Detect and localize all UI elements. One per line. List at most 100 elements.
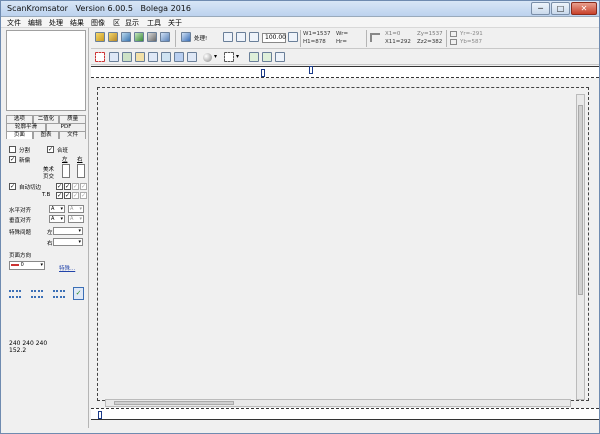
zone-picture-icon[interactable] bbox=[161, 52, 171, 62]
cut-box-3[interactable]: ✓ bbox=[72, 183, 79, 190]
tab-quality[interactable]: 质量 bbox=[59, 115, 87, 123]
tab-binarize[interactable]: 二值化 bbox=[32, 115, 60, 123]
deskew-icon[interactable] bbox=[249, 52, 259, 62]
page-dir-value: 0 bbox=[20, 262, 24, 268]
special-right-select[interactable]: ▾ bbox=[53, 238, 83, 246]
marquee-icon[interactable] bbox=[224, 52, 234, 62]
top-margin-marker-right[interactable] bbox=[309, 66, 313, 74]
h-align-left-select[interactable]: A ▾ bbox=[49, 205, 65, 213]
crop-arrows-icon[interactable] bbox=[275, 52, 285, 62]
open-batch-icon[interactable] bbox=[108, 32, 118, 42]
tab-smoothing[interactable]: 轮廓平滑 bbox=[6, 123, 46, 131]
main-toolbar: 处理! 100.00 W1=1537 H1=878 Wr= Hr= X1=0 X… bbox=[91, 28, 599, 49]
chevron-down-icon: ▾ bbox=[79, 206, 82, 212]
title-bar[interactable]: ScanKromsator Version 6.00.5 Bolega 2016… bbox=[1, 1, 599, 17]
tab-pdf[interactable]: PDF bbox=[46, 123, 86, 131]
merge-checkbox[interactable]: ✓ bbox=[47, 146, 54, 153]
tab-chart[interactable]: 图表 bbox=[32, 131, 60, 139]
tab-page[interactable]: 页面 bbox=[6, 131, 33, 139]
print-icon[interactable] bbox=[147, 32, 157, 42]
top-margin-marker-left[interactable] bbox=[261, 69, 265, 77]
settings-icon[interactable] bbox=[160, 32, 170, 42]
process-book-icon[interactable] bbox=[181, 32, 191, 42]
cross-label: 页交 bbox=[43, 174, 55, 180]
tb-box-1[interactable]: ✓ bbox=[56, 192, 63, 199]
v-align-right-select[interactable]: A ▾ bbox=[68, 215, 84, 223]
page-canvas[interactable] bbox=[97, 87, 589, 401]
new-checkbox[interactable]: ✓ bbox=[9, 156, 16, 163]
menu-file[interactable]: 文件 bbox=[7, 18, 21, 28]
zone-grid-icon[interactable] bbox=[109, 52, 119, 62]
v-align-left-select[interactable]: A ▾ bbox=[49, 215, 65, 223]
tab-options[interactable]: 选项 bbox=[6, 115, 33, 123]
save-icon[interactable] bbox=[121, 32, 131, 42]
minimize-button[interactable]: ─ bbox=[531, 2, 550, 15]
process-button[interactable]: 处理! bbox=[194, 34, 207, 42]
cut-box-1[interactable]: ✓ bbox=[56, 183, 63, 190]
list-left-icon[interactable] bbox=[9, 290, 21, 298]
zoom-input[interactable]: 100.00 bbox=[262, 33, 286, 43]
split-checkbox[interactable] bbox=[9, 146, 16, 153]
readout-wr: Wr= bbox=[336, 31, 349, 37]
special-left-select[interactable]: ▾ bbox=[53, 227, 83, 235]
readout-y1: Zy=1537 bbox=[417, 31, 443, 37]
bold-b-icon[interactable] bbox=[174, 52, 184, 62]
page-dir-select[interactable]: 0 ▾ bbox=[9, 261, 45, 270]
menu-process[interactable]: 处理 bbox=[49, 18, 63, 28]
special-link[interactable]: 特殊... bbox=[59, 264, 75, 272]
beauty-left-box[interactable] bbox=[62, 164, 70, 178]
tb-box-2[interactable]: ✓ bbox=[64, 192, 71, 199]
vertical-scroll-thumb[interactable] bbox=[578, 105, 583, 295]
beauty-right-box[interactable] bbox=[77, 164, 85, 178]
menu-view[interactable]: 显示 bbox=[125, 18, 139, 28]
chevron-down-icon[interactable]: ▾ bbox=[214, 53, 217, 60]
top-ruler[interactable] bbox=[91, 66, 599, 78]
auto-cut-checkbox[interactable]: ✓ bbox=[9, 183, 16, 190]
list-right-icon[interactable] bbox=[53, 290, 65, 298]
list-center-icon[interactable] bbox=[31, 290, 43, 298]
chevron-down-icon: ▾ bbox=[78, 239, 81, 245]
zoom-icon[interactable] bbox=[288, 32, 298, 42]
page-icon[interactable] bbox=[223, 32, 233, 42]
checklist-icon[interactable]: ✓ bbox=[73, 287, 84, 300]
select-zone-icon[interactable] bbox=[95, 52, 105, 62]
cut-box-2[interactable]: ✓ bbox=[64, 183, 71, 190]
tab-file[interactable]: 文件 bbox=[59, 131, 87, 139]
bottom-ruler[interactable] bbox=[91, 408, 599, 420]
page-rotate-icon[interactable] bbox=[236, 32, 246, 42]
readout-yr: Yr=-291 bbox=[460, 31, 483, 37]
tab-row-2: 轮廓平滑 PDF bbox=[6, 123, 86, 131]
chevron-down-icon[interactable]: ▾ bbox=[236, 53, 239, 60]
open-folder-icon[interactable] bbox=[95, 32, 105, 42]
zone-image-icon[interactable] bbox=[122, 52, 132, 62]
page-copy-icon[interactable] bbox=[249, 32, 259, 42]
flag-icon[interactable] bbox=[135, 52, 145, 62]
horizontal-scrollbar[interactable] bbox=[105, 399, 571, 407]
color-circle-icon[interactable] bbox=[203, 53, 212, 62]
vertical-scrollbar[interactable] bbox=[576, 94, 585, 400]
menu-about[interactable]: 关于 bbox=[168, 18, 182, 28]
bottom-margin-marker[interactable] bbox=[98, 411, 102, 419]
h-align-right-select[interactable]: A ▾ bbox=[68, 205, 84, 213]
cut-box-4[interactable]: ✓ bbox=[80, 183, 87, 190]
menu-bar: 文件 编辑 处理 结果 图像 区 显示 工具 关于 bbox=[1, 17, 599, 28]
readout-y2: Zz2=382 bbox=[417, 39, 443, 45]
maximize-button[interactable]: □ bbox=[551, 2, 570, 15]
horizontal-scroll-thumb[interactable] bbox=[114, 401, 234, 405]
thumbnail-preview[interactable] bbox=[6, 30, 86, 111]
menu-image[interactable]: 图像 bbox=[91, 18, 105, 28]
menu-edit[interactable]: 编辑 bbox=[28, 18, 42, 28]
image-icon[interactable] bbox=[134, 32, 144, 42]
zone-text-icon[interactable] bbox=[148, 52, 158, 62]
menu-result[interactable]: 结果 bbox=[70, 18, 84, 28]
menu-tools[interactable]: 工具 bbox=[147, 18, 161, 28]
despeckle-icon[interactable] bbox=[262, 52, 272, 62]
tb-box-3[interactable]: ✓ bbox=[72, 192, 79, 199]
zone-table-icon[interactable] bbox=[187, 52, 197, 62]
tb-box-4[interactable]: ✓ bbox=[80, 192, 87, 199]
menu-zone[interactable]: 区 bbox=[113, 18, 120, 28]
v-align-label: 垂直对齐 bbox=[9, 218, 32, 224]
h-align-label: 水平对齐 bbox=[9, 208, 32, 214]
close-button[interactable]: ✕ bbox=[571, 2, 597, 15]
readout-x11: X11=292 bbox=[385, 39, 411, 45]
